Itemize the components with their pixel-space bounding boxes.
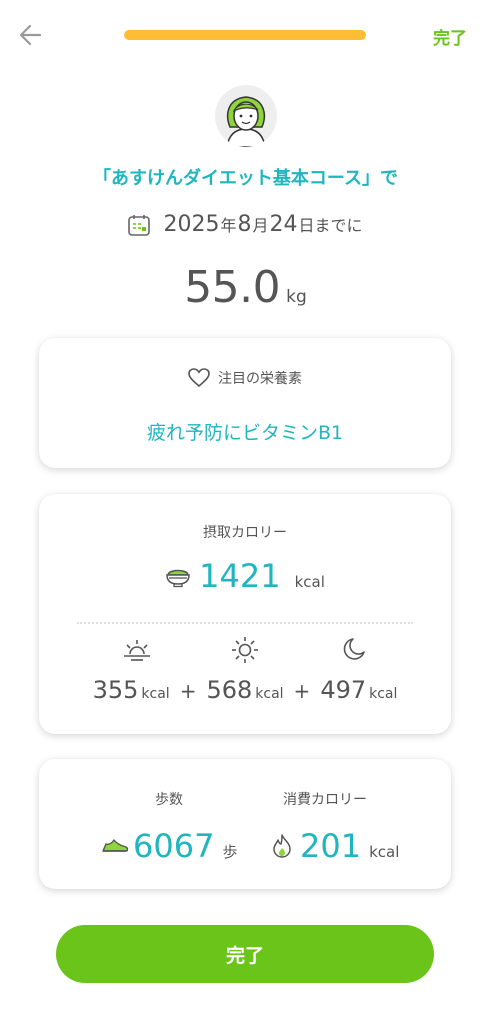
steps-unit: 歩 xyxy=(222,843,238,861)
flame-icon xyxy=(273,834,291,858)
meal-breakdown: 355 kcal + 568 kcal + 497 kcal xyxy=(39,676,451,704)
steps-title: 歩数 xyxy=(155,792,183,808)
goal-year: 2025 xyxy=(163,212,220,237)
rice-bowl-icon xyxy=(166,569,190,588)
burn-unit: kcal xyxy=(369,843,400,861)
nutrient-heading: 注目の栄養素 xyxy=(39,368,451,388)
shoe-icon xyxy=(102,839,129,852)
done-button[interactable]: 完了 xyxy=(56,925,434,983)
woman-avatar-icon xyxy=(226,96,266,147)
back-button[interactable] xyxy=(14,20,48,50)
target-weight: 55.0 kg xyxy=(0,262,491,313)
breakfast-kcal: 355 xyxy=(92,676,139,704)
target-weight-unit: kg xyxy=(286,287,307,307)
plus-sign: + xyxy=(179,679,197,703)
intake-total-unit: kcal xyxy=(294,573,325,591)
progress-bar xyxy=(124,30,366,40)
nutrient-card: 注目の栄養素 疲れ予防にビタミンB1 xyxy=(39,338,451,468)
goal-month: 8 xyxy=(237,212,252,237)
intake-card: 摂取カロリー 1421 kcal 355 kcal + 568 kcal + 4… xyxy=(39,494,451,734)
divider xyxy=(77,622,413,624)
arrow-left-icon xyxy=(19,24,42,46)
nutrient-heading-text: 注目の栄養素 xyxy=(218,371,302,387)
breakfast-unit: kcal xyxy=(141,686,170,702)
lunch-kcal: 568 xyxy=(206,676,253,704)
burn-title: 消費カロリー xyxy=(283,792,367,808)
intake-total: 1421 kcal xyxy=(39,557,451,595)
intake-title: 摂取カロリー xyxy=(203,525,287,541)
goal-day-suffix: 日までに xyxy=(298,216,363,235)
calendar-icon xyxy=(128,214,151,236)
goal-date: 2025 年 8 月 24 日までに xyxy=(0,212,491,237)
nutrient-value: 疲れ予防にビタミンB1 xyxy=(146,422,344,444)
steps-value-row: 6067 歩 xyxy=(101,827,237,865)
dinner-kcal: 497 xyxy=(320,676,367,704)
sunrise-icon xyxy=(124,640,150,661)
top-bar: 完了 xyxy=(0,0,491,72)
burn-value-row: 201 kcal xyxy=(272,827,399,865)
activity-card: 歩数 6067 歩 消費カロリー 201 kcal xyxy=(39,759,451,889)
done-link-top[interactable]: 完了 xyxy=(433,24,467,49)
heart-icon xyxy=(188,368,210,388)
goal-day: 24 xyxy=(269,212,298,237)
goal-year-unit: 年 xyxy=(220,216,237,235)
dinner-unit: kcal xyxy=(369,686,398,702)
goal-month-unit: 月 xyxy=(252,216,269,235)
target-weight-value: 55.0 xyxy=(184,262,281,313)
burn-value: 201 xyxy=(300,827,362,865)
moon-icon xyxy=(343,638,365,660)
intake-total-value: 1421 xyxy=(199,557,281,595)
sun-icon xyxy=(232,637,258,663)
course-title: 「あすけんダイエット基本コース」で xyxy=(93,168,398,189)
lunch-unit: kcal xyxy=(255,686,284,702)
avatar xyxy=(215,85,277,147)
steps-value: 6067 xyxy=(133,827,215,865)
plus-sign: + xyxy=(293,679,311,703)
